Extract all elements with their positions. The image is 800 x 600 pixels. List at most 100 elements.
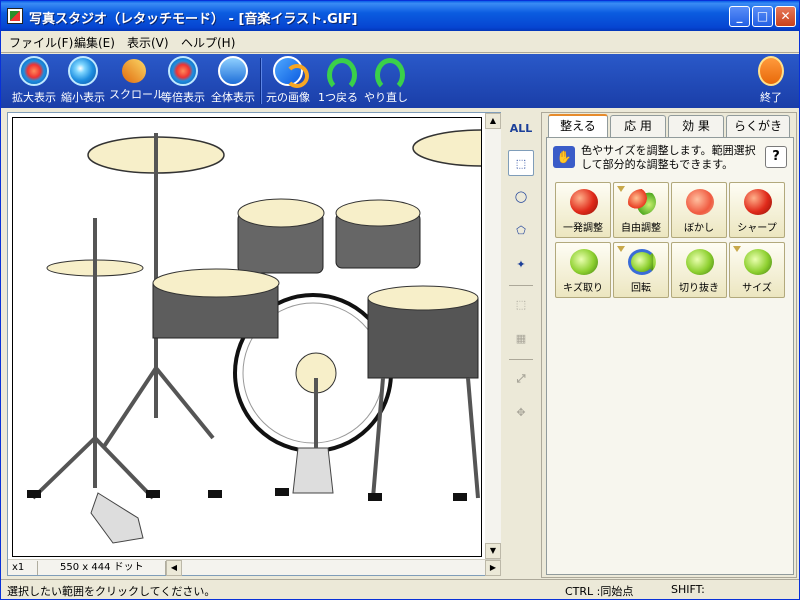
help-button[interactable]: ? — [765, 146, 787, 168]
fit-all-icon — [218, 56, 248, 86]
hand-icon: ✋ — [553, 146, 575, 168]
scroll-label: スクロール — [109, 88, 164, 101]
one-click-adjust-button[interactable]: 一発調整 — [555, 182, 611, 238]
rotate-pear-icon — [628, 249, 656, 275]
crop-button[interactable]: 切り抜き — [671, 242, 727, 298]
close-button[interactable]: ✕ — [775, 6, 796, 27]
menu-view[interactable]: 表示(V) — [127, 34, 169, 51]
fit-all-button[interactable]: 全体表示 — [209, 56, 257, 106]
drum-kit-illustration — [27, 129, 481, 544]
actual-size-button[interactable]: 等倍表示 — [159, 56, 207, 106]
menu-help[interactable]: ヘルプ(H) — [181, 34, 235, 51]
tab-doodle[interactable]: らくがき — [726, 115, 790, 137]
undo-icon — [323, 56, 357, 92]
title-bar[interactable]: 写真スタジオ（レタッチモード） - [音楽イラスト.GIF] _ □ ✕ — [1, 1, 799, 31]
selection-toolstrip: ALL ⬚ ◯ ⬠ ✦ ⬚ ▦ ⤢ ✥ — [505, 112, 537, 578]
image-canvas[interactable] — [12, 117, 482, 557]
free-adjust-button[interactable]: 自由調整 — [613, 182, 669, 238]
actual-size-label: 等倍表示 — [161, 91, 205, 104]
redo-icon — [371, 56, 405, 92]
scroll-right-button[interactable]: ▶ — [485, 560, 501, 576]
crop-label: 切り抜き — [679, 283, 719, 294]
zoom-out-label: 縮小表示 — [61, 91, 105, 104]
submenu-marker-icon — [617, 246, 625, 252]
one-click-adjust-label: 一発調整 — [563, 223, 603, 234]
toolstrip-separator — [509, 359, 533, 360]
status-message: 選択したい範囲をクリックしてください。 — [7, 585, 216, 598]
blurred-apple-icon — [686, 189, 714, 215]
actual-size-icon — [168, 56, 198, 86]
sharpen-label: シャープ — [737, 223, 777, 234]
undo-button[interactable]: 1つ戻る — [315, 56, 361, 106]
scroll-up-button[interactable]: ▲ — [485, 113, 501, 129]
submenu-marker-icon — [733, 246, 741, 252]
submenu-marker-icon — [617, 186, 625, 192]
window-title: 写真スタジオ（レタッチモード） - [音楽イラスト.GIF] — [29, 12, 358, 27]
original-image-label: 元の画像 — [266, 91, 310, 104]
app-icon[interactable] — [7, 8, 23, 24]
zoom-level: x1 — [8, 561, 38, 575]
scroll-left-button[interactable]: ◀ — [166, 560, 182, 576]
app-window: 写真スタジオ（レタッチモード） - [音楽イラスト.GIF] _ □ ✕ ファイ… — [0, 0, 800, 600]
toolbar-separator — [260, 58, 262, 104]
pears-icon — [744, 249, 772, 275]
fit-all-label: 全体表示 — [211, 91, 255, 104]
redo-button[interactable]: やり直し — [363, 56, 409, 106]
menu-edit[interactable]: 編集(E) — [74, 34, 115, 51]
lasso-select-tool[interactable]: ◯ — [508, 184, 534, 210]
expand-selection-tool: ⤢ — [516, 372, 526, 385]
image-dimensions: 550 x 444 ドット — [56, 561, 166, 575]
description-text: 色やサイズを調整します。範囲選択して部分的な調整もできます。 — [581, 144, 756, 171]
move-selection-tool: ✥ — [516, 406, 526, 419]
scratch-removal-button[interactable]: キズ取り — [555, 242, 611, 298]
toolstrip-separator — [509, 285, 533, 286]
status-ctrl: CTRL :同始点 — [565, 585, 634, 598]
maximize-button[interactable]: □ — [752, 6, 773, 27]
status-shift: SHIFT: — [671, 583, 705, 596]
original-image-icon — [273, 56, 309, 88]
pear-icon — [570, 249, 598, 275]
rotate-button[interactable]: 回転 — [613, 242, 669, 298]
scroll-down-button[interactable]: ▼ — [485, 543, 501, 559]
resize-label: サイズ — [742, 283, 772, 294]
door-icon — [758, 56, 784, 86]
zoom-out-button[interactable]: 縮小表示 — [59, 56, 107, 106]
minimize-button[interactable]: _ — [729, 6, 750, 27]
blur-button[interactable]: ぼかし — [671, 182, 727, 238]
adjust-panel: 整える 応 用 効 果 らくがき ✋ 色やサイズを調整します。範囲選択して部分的… — [541, 112, 797, 578]
original-image-button[interactable]: 元の画像 — [265, 56, 311, 106]
menu-bar: ファイル(F) 編集(E) 表示(V) ヘルプ(H) — [1, 31, 799, 53]
tab-apply[interactable]: 応 用 — [610, 115, 666, 137]
scroll-button[interactable]: スクロール — [109, 54, 164, 106]
select-all-tool[interactable]: ALL — [508, 116, 534, 142]
magic-wand-tool[interactable]: ✦ — [508, 252, 534, 278]
zoom-in-icon — [19, 56, 49, 86]
rotate-label: 回転 — [631, 283, 651, 294]
canvas-status-bar: x1 550 x 444 ドット ◀ ▶ — [8, 559, 501, 576]
deselect-tool: ⬚ — [515, 298, 527, 311]
crop-pear-icon — [686, 249, 714, 275]
blur-label: ぼかし — [684, 223, 714, 234]
tab-adjust[interactable]: 整える — [548, 114, 608, 138]
exit-button[interactable]: 終了 — [751, 56, 791, 106]
free-adjust-label: 自由調整 — [621, 223, 661, 234]
apple-pear-icon — [628, 189, 656, 215]
resize-button[interactable]: サイズ — [729, 242, 785, 298]
rect-select-tool[interactable]: ⬚ — [508, 150, 534, 176]
apple-icon — [570, 189, 598, 215]
menu-file[interactable]: ファイル(F) — [9, 34, 73, 51]
vertical-scrollbar[interactable]: ▲ ▼ — [485, 113, 501, 559]
panel-description: ✋ 色やサイズを調整します。範囲選択して部分的な調整もできます。 ? — [553, 144, 787, 174]
tab-effects[interactable]: 効 果 — [668, 115, 724, 137]
zoom-in-label: 拡大表示 — [12, 91, 56, 104]
polygon-select-tool[interactable]: ⬠ — [508, 218, 534, 244]
status-bar: 選択したい範囲をクリックしてください。 CTRL :同始点 SHIFT: — [1, 579, 799, 599]
panel-tabs: 整える 応 用 効 果 らくがき — [546, 114, 794, 138]
sharpen-button[interactable]: シャープ — [729, 182, 785, 238]
scratch-removal-label: キズ取り — [563, 283, 603, 294]
exit-label: 終了 — [760, 91, 782, 104]
image-view: ▲ ▼ x1 550 x 444 ドット ◀ ▶ — [7, 112, 501, 576]
zoom-in-button[interactable]: 拡大表示 — [11, 56, 57, 106]
sharp-apple-icon — [744, 189, 772, 215]
toolbar: 拡大表示 縮小表示 スクロール 等倍表示 全体表示 元の画像 1つ戻る やり直し… — [1, 54, 799, 108]
